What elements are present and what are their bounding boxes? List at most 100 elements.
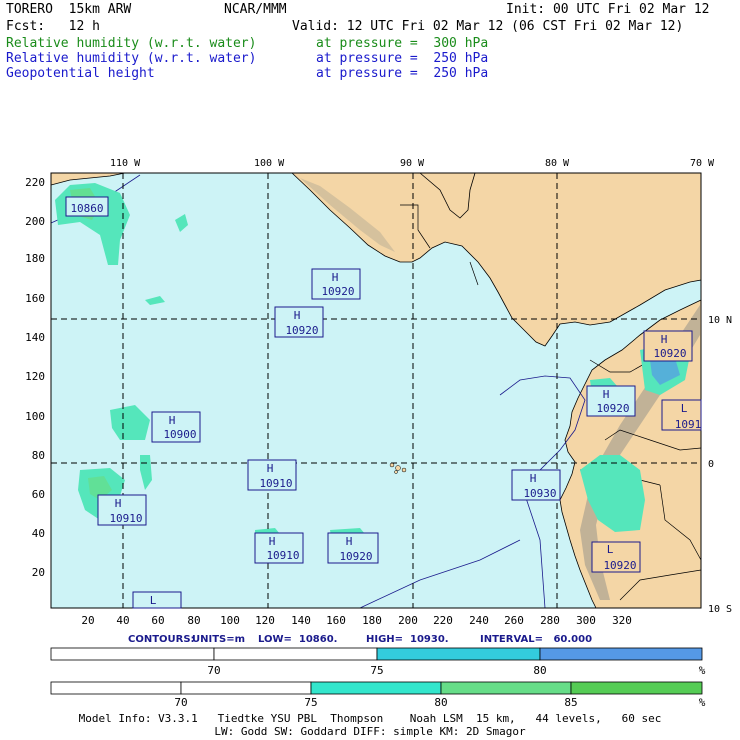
field-3-level: at pressure = 250 hPa <box>316 66 489 81</box>
field-3-name: Geopotential height <box>6 66 155 81</box>
y-tick: 220 <box>25 176 45 189</box>
x-tick: 220 <box>433 614 453 627</box>
x-tick: 240 <box>469 614 489 627</box>
x-tick: 100 <box>220 614 240 627</box>
contours-low: LOW= 10860. <box>258 634 338 645</box>
contours-high: HIGH= 10930. <box>366 634 449 645</box>
svg-text:H: H <box>267 462 274 475</box>
colorbar-rh-250: 70 75 80 % <box>50 647 706 677</box>
svg-text:10910: 10910 <box>259 477 292 490</box>
y-tick: 20 <box>32 566 45 579</box>
y-tick: 140 <box>25 331 45 344</box>
x-tick: 80 <box>187 614 200 627</box>
colorbar1-unit: % <box>699 664 706 677</box>
svg-text:H: H <box>603 388 610 401</box>
y-tick: 180 <box>25 252 45 265</box>
center-box: L 1091 <box>661 399 702 431</box>
y-tick: 100 <box>25 410 45 423</box>
colorbar1-label-80: 80 <box>533 664 546 677</box>
field-2-level: at pressure = 250 hPa <box>316 51 489 66</box>
lon-label-80w: 80 W <box>545 158 570 169</box>
center-box: 10860 <box>65 196 109 217</box>
forecast-hour: Fcst: 12 h <box>6 19 100 34</box>
y-tick: 60 <box>32 488 45 501</box>
model-name: TORERO 15km ARW <box>6 2 132 17</box>
svg-text:H: H <box>269 535 276 548</box>
center-name: NCAR/MMM <box>224 2 287 17</box>
svg-text:H: H <box>661 333 668 346</box>
center-box: H 10910 <box>247 459 297 491</box>
colorbar2-label-80: 80 <box>434 696 447 709</box>
svg-text:H: H <box>530 472 537 485</box>
svg-text:L: L <box>607 543 614 556</box>
lat-label-10s: 10 S <box>708 604 732 615</box>
center-box: H 10900 <box>151 411 201 443</box>
x-tick: 20 <box>81 614 94 627</box>
contours-label: CONTOURS: <box>128 634 195 645</box>
colorbar-rh-300: 70 75 80 85 % <box>50 681 706 709</box>
center-box: H 10920 <box>274 306 324 338</box>
svg-text:10910: 10910 <box>266 549 299 562</box>
y-axis-labels: 220 200 180 160 140 120 100 80 60 40 20 <box>25 176 45 579</box>
x-tick: 180 <box>362 614 382 627</box>
x-tick: 60 <box>151 614 164 627</box>
field-1-name: Relative humidity (w.r.t. water) <box>6 36 257 51</box>
colorbar2-unit: % <box>699 696 706 709</box>
lat-labels: 10 N 0 10 S <box>708 315 732 615</box>
svg-text:10920: 10920 <box>653 347 686 360</box>
x-tick: 300 <box>576 614 596 627</box>
lat-label-10n: 10 N <box>708 315 732 326</box>
center-box: H 10920 <box>327 532 379 564</box>
lon-label-70w: 70 W <box>690 158 715 169</box>
x-tick: 120 <box>255 614 275 627</box>
colorbar1-label-70: 70 <box>207 664 220 677</box>
lon-label-90w: 90 W <box>400 158 425 169</box>
center-box: H 10920 <box>586 385 636 417</box>
colorbar2-label-75: 75 <box>304 696 317 709</box>
y-tick: 120 <box>25 370 45 383</box>
valid-time: Valid: 12 UTC Fri 02 Mar 12 (06 CST Fri … <box>292 19 684 34</box>
svg-text:H: H <box>332 271 339 284</box>
x-tick: 260 <box>504 614 524 627</box>
svg-text:H: H <box>294 309 301 322</box>
lon-label-100w: 100 W <box>254 158 285 169</box>
y-tick: 40 <box>32 527 45 540</box>
svg-text:10930: 10930 <box>523 487 556 500</box>
center-box: H 10920 <box>643 330 693 362</box>
center-box: H 10910 <box>254 532 304 564</box>
svg-text:1091: 1091 <box>675 418 702 431</box>
weather-map: 110 W 100 W 90 W 80 W 70 W 220 200 180 1… <box>25 158 732 627</box>
svg-text:10860: 10860 <box>70 202 103 215</box>
contours-interval: INTERVAL= 60.000 <box>480 634 593 645</box>
center-box: L 10920 <box>591 541 641 573</box>
lon-label-110w: 110 W <box>110 158 141 169</box>
svg-text:10920: 10920 <box>596 402 629 415</box>
model-info-line1: Model Info: V3.3.1 Tiedtke YSU PBL Thomp… <box>78 712 662 725</box>
svg-text:H: H <box>115 497 122 510</box>
colorbar2-label-70: 70 <box>174 696 187 709</box>
center-box: H 10910 <box>97 494 147 526</box>
lat-label-0: 0 <box>708 459 714 470</box>
init-time: Init: 00 UTC Fri 02 Mar 12 <box>506 2 710 17</box>
svg-text:10910: 10910 <box>109 512 142 525</box>
x-tick: 140 <box>291 614 311 627</box>
svg-text:L: L <box>150 594 157 607</box>
svg-text:L: L <box>681 402 688 415</box>
x-tick: 320 <box>612 614 632 627</box>
model-info-line2: LW: Godd SW: Goddard DIFF: simple KM: 2D… <box>214 725 526 738</box>
x-tick: 200 <box>398 614 418 627</box>
y-tick: 80 <box>32 449 45 462</box>
svg-text:10920: 10920 <box>603 559 636 572</box>
center-box: L <box>132 591 182 609</box>
colorbar1-label-75: 75 <box>370 664 383 677</box>
field-1-level: at pressure = 300 hPa <box>316 36 489 51</box>
svg-text:10920: 10920 <box>339 550 372 563</box>
y-tick: 160 <box>25 292 45 305</box>
colorbar2-label-85: 85 <box>564 696 577 709</box>
x-tick: 280 <box>540 614 560 627</box>
x-tick: 160 <box>326 614 346 627</box>
svg-text:10920: 10920 <box>321 285 354 298</box>
x-tick: 40 <box>116 614 129 627</box>
center-box: H 10930 <box>511 469 561 501</box>
contours-units: UNITS=m <box>192 634 246 645</box>
